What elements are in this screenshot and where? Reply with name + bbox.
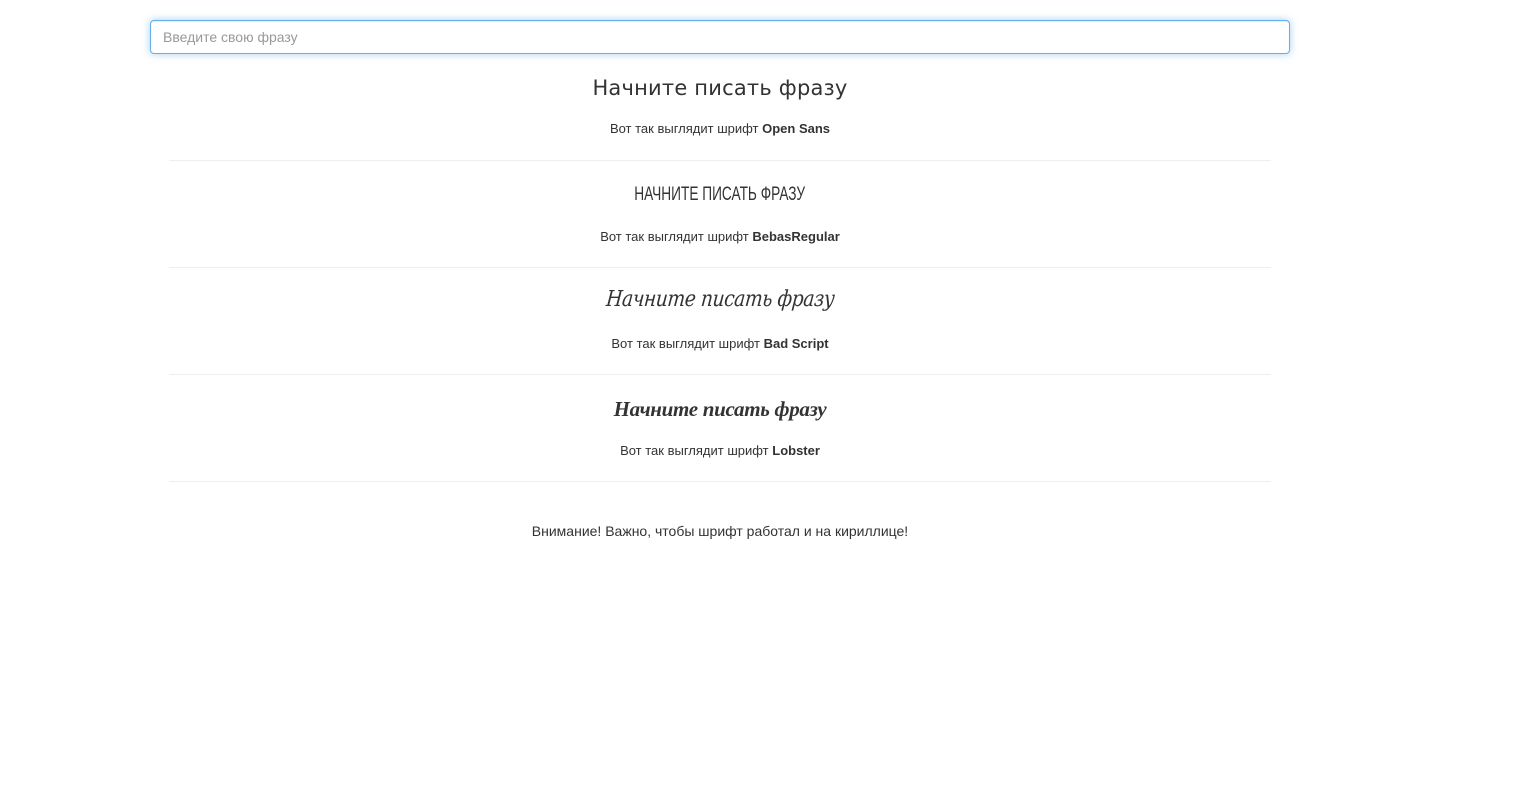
font-name: BebasRegular <box>752 229 840 244</box>
page: Начните писать фразу Вот так выглядит шр… <box>0 0 1515 788</box>
sample-caption: Вот так выглядит шрифт Lobster <box>169 443 1271 458</box>
sample-phrase: Начните писать фразу <box>592 76 848 100</box>
font-sample-bad-script: Начните писать фразу Вот так выглядит шр… <box>169 287 1271 351</box>
divider <box>169 481 1271 482</box>
caption-prefix: Вот так выглядит шрифт <box>620 443 769 458</box>
caption-prefix: Вот так выглядит шрифт <box>609 121 759 136</box>
divider <box>169 267 1271 268</box>
sample-caption: Вот так выглядит шрифт Open Sans <box>169 121 1271 136</box>
font-sample-bebas: НАЧНИТЕ ПИСАТЬ ФРАЗУ Вот так выглядит шр… <box>169 182 1271 244</box>
sample-phrase: НАЧНИТЕ ПИСАТЬ ФРАЗУ <box>634 184 806 205</box>
cyrillic-notice: Внимание! Важно, чтобы шрифт работал и н… <box>531 523 909 539</box>
font-sample-lobster: Начните писать фразу Вот так выглядит шр… <box>169 395 1271 458</box>
search-wrapper <box>150 20 1290 54</box>
caption-prefix: Вот так выглядит шрифт <box>600 229 749 244</box>
sample-phrase: Начните писать фразу <box>613 397 827 421</box>
phrase-input[interactable] <box>150 20 1290 54</box>
font-name: Open Sans <box>762 121 831 136</box>
sample-caption: Вот так выглядит шрифт BebasRegular <box>169 229 1271 244</box>
sample-phrase-wrap: НАЧНИТЕ ПИСАТЬ ФРАЗУ <box>169 182 1271 210</box>
font-sample-open-sans: Начните писать фразу Вот так выглядит шр… <box>169 74 1271 136</box>
sample-phrase-wrap: Начните писать фразу <box>169 287 1271 316</box>
divider <box>169 374 1271 375</box>
font-name: Bad Script <box>763 336 829 351</box>
divider <box>169 160 1271 161</box>
caption-prefix: Вот так выглядит шрифт <box>611 336 760 351</box>
font-name: Lobster <box>772 443 820 458</box>
sample-caption: Вот так выглядит шрифт Bad Script <box>169 336 1271 351</box>
sample-phrase: Начните писать фразу <box>604 287 836 312</box>
